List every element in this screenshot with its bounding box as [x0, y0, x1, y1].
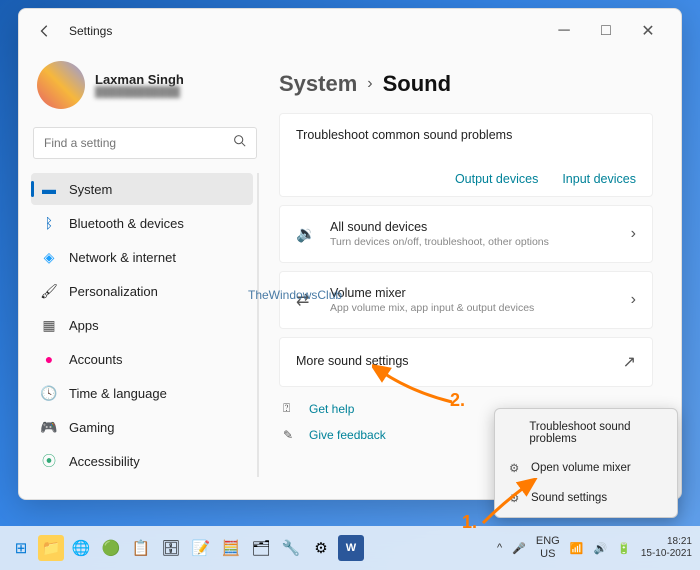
sidebar-item-label: Apps	[69, 318, 99, 333]
app-icon[interactable]: 🗄	[158, 535, 184, 561]
external-link-icon: ↗	[623, 352, 636, 372]
sidebar-item-label: Network & internet	[69, 250, 176, 265]
chevron-right-icon: ›	[631, 225, 636, 243]
ctx-open-mixer[interactable]: ⚙ Open volume mixer	[499, 453, 673, 483]
volume-mixer-row[interactable]: ⇄ Volume mixer App volume mix, app input…	[279, 271, 653, 329]
tray-overflow[interactable]: ^	[497, 542, 502, 554]
file-explorer-icon[interactable]: 📁	[38, 535, 64, 561]
window-title: Settings	[69, 24, 112, 38]
sidebar-item-label: Time & language	[69, 386, 167, 401]
output-devices-link[interactable]: Output devices	[455, 172, 538, 186]
ctx-label: Open volume mixer	[531, 462, 631, 474]
sidebar-item-accounts[interactable]: ● Accounts	[31, 343, 253, 375]
sidebar-item-label: Personalization	[69, 284, 158, 299]
minimize-button[interactable]: ─	[545, 17, 583, 45]
search-input[interactable]	[44, 136, 233, 150]
close-button[interactable]: ✕	[629, 17, 667, 45]
gear-icon: ⚙	[509, 461, 523, 475]
edge-icon[interactable]: 🌐	[68, 535, 94, 561]
sidebar-item-accessibility[interactable]: ⦿ Accessibility	[31, 445, 253, 477]
speaker-icon: 🔉	[296, 224, 316, 244]
language-indicator[interactable]: ENGUS	[536, 536, 560, 560]
battery-icon[interactable]: 🔋	[617, 542, 631, 555]
chevron-right-icon: ›	[367, 75, 372, 93]
sidebar-item-network[interactable]: ◈ Network & internet	[31, 241, 253, 273]
taskbar-context-menu: Troubleshoot sound problems ⚙ Open volume…	[494, 408, 678, 518]
breadcrumb-parent[interactable]: System	[279, 71, 357, 97]
start-button[interactable]: ⊞	[8, 535, 34, 561]
sidebar-item-gaming[interactable]: 🎮 Gaming	[31, 411, 253, 443]
profile-block[interactable]: Laxman Singh ████████████	[31, 53, 259, 121]
card-subtitle: Turn devices on/off, troubleshoot, other…	[330, 236, 617, 248]
card-subtitle: App volume mix, app input & output devic…	[330, 302, 617, 314]
all-sound-devices-row[interactable]: 🔉 All sound devices Turn devices on/off,…	[279, 205, 653, 263]
sidebar-item-label: System	[69, 182, 112, 197]
personalization-icon: 🖌	[41, 283, 57, 299]
back-button[interactable]	[33, 19, 57, 43]
ctx-label: Sound settings	[531, 492, 607, 504]
breadcrumb-current: Sound	[383, 71, 451, 97]
chrome-icon[interactable]: 🟢	[98, 535, 124, 561]
profile-name: Laxman Singh	[95, 72, 184, 87]
maximize-button[interactable]: □	[587, 17, 625, 45]
sidebar-item-label: Gaming	[69, 420, 115, 435]
sidebar: Laxman Singh ████████████ ▬ System ᛒ Bluet…	[19, 53, 271, 499]
help-icon: ⍰	[283, 401, 299, 416]
accounts-icon: ●	[41, 351, 57, 367]
sidebar-item-label: Accessibility	[69, 454, 140, 469]
card-title: Volume mixer	[330, 286, 617, 300]
titlebar: Settings ─ □ ✕	[19, 9, 681, 53]
time-icon: 🕓	[41, 385, 57, 401]
link-label: Get help	[309, 402, 354, 416]
microphone-icon[interactable]: 🎤	[512, 542, 526, 555]
more-sound-settings-row[interactable]: More sound settings ↗	[279, 337, 653, 387]
settings-icon[interactable]: ⚙	[308, 535, 334, 561]
gaming-icon: 🎮	[41, 419, 57, 435]
bluetooth-icon: ᛒ	[41, 215, 57, 231]
taskbar-clock[interactable]: 18:2115-10-2021	[641, 536, 692, 560]
accessibility-icon: ⦿	[41, 453, 57, 469]
mixer-icon: ⇄	[296, 290, 316, 310]
word-icon[interactable]: W	[338, 535, 364, 561]
nav-list: ▬ System ᛒ Bluetooth & devices ◈ Network & …	[31, 173, 259, 477]
card-title: More sound settings	[296, 354, 409, 368]
calculator-icon[interactable]: 🧮	[218, 535, 244, 561]
ctx-troubleshoot[interactable]: Troubleshoot sound problems	[499, 413, 673, 453]
troubleshoot-title: Troubleshoot common sound problems	[296, 128, 636, 142]
app-icon[interactable]: 🔧	[278, 535, 304, 561]
breadcrumb: System › Sound	[279, 71, 653, 97]
link-label: Give feedback	[309, 428, 386, 442]
gear-icon: ⚙	[509, 491, 523, 505]
apps-icon: ▦	[41, 317, 57, 333]
avatar	[37, 61, 85, 109]
input-devices-link[interactable]: Input devices	[562, 172, 636, 186]
volume-tray-icon[interactable]: 🔊	[593, 542, 607, 555]
sidebar-item-apps[interactable]: ▦ Apps	[31, 309, 253, 341]
network-icon: ◈	[41, 249, 57, 265]
profile-email: ████████████	[95, 87, 184, 98]
app-icon[interactable]: 📝	[188, 535, 214, 561]
sidebar-item-label: Bluetooth & devices	[69, 216, 184, 231]
sidebar-item-bluetooth[interactable]: ᛒ Bluetooth & devices	[31, 207, 253, 239]
ctx-label: Troubleshoot sound problems	[529, 421, 663, 445]
chevron-right-icon: ›	[631, 291, 636, 309]
app-icon[interactable]: 🗂	[248, 535, 274, 561]
search-box[interactable]	[33, 127, 257, 159]
sidebar-item-time[interactable]: 🕓 Time & language	[31, 377, 253, 409]
troubleshoot-card: Troubleshoot common sound problems Outpu…	[279, 113, 653, 197]
feedback-icon: ✎	[283, 428, 299, 442]
sidebar-item-label: Accounts	[69, 352, 122, 367]
ctx-sound-settings[interactable]: ⚙ Sound settings	[499, 483, 673, 513]
app-icon[interactable]: 📋	[128, 535, 154, 561]
system-icon: ▬	[41, 181, 57, 197]
wifi-icon[interactable]: 📶	[570, 542, 584, 555]
card-title: All sound devices	[330, 220, 617, 234]
taskbar: ⊞ 📁 🌐 🟢 📋 🗄 📝 🧮 🗂 🔧 ⚙ W ^ 🎤 ENGUS 📶 🔊 🔋 …	[0, 526, 700, 570]
search-icon	[233, 134, 246, 152]
sidebar-item-personalization[interactable]: 🖌 Personalization	[31, 275, 253, 307]
sidebar-item-system[interactable]: ▬ System	[31, 173, 253, 205]
